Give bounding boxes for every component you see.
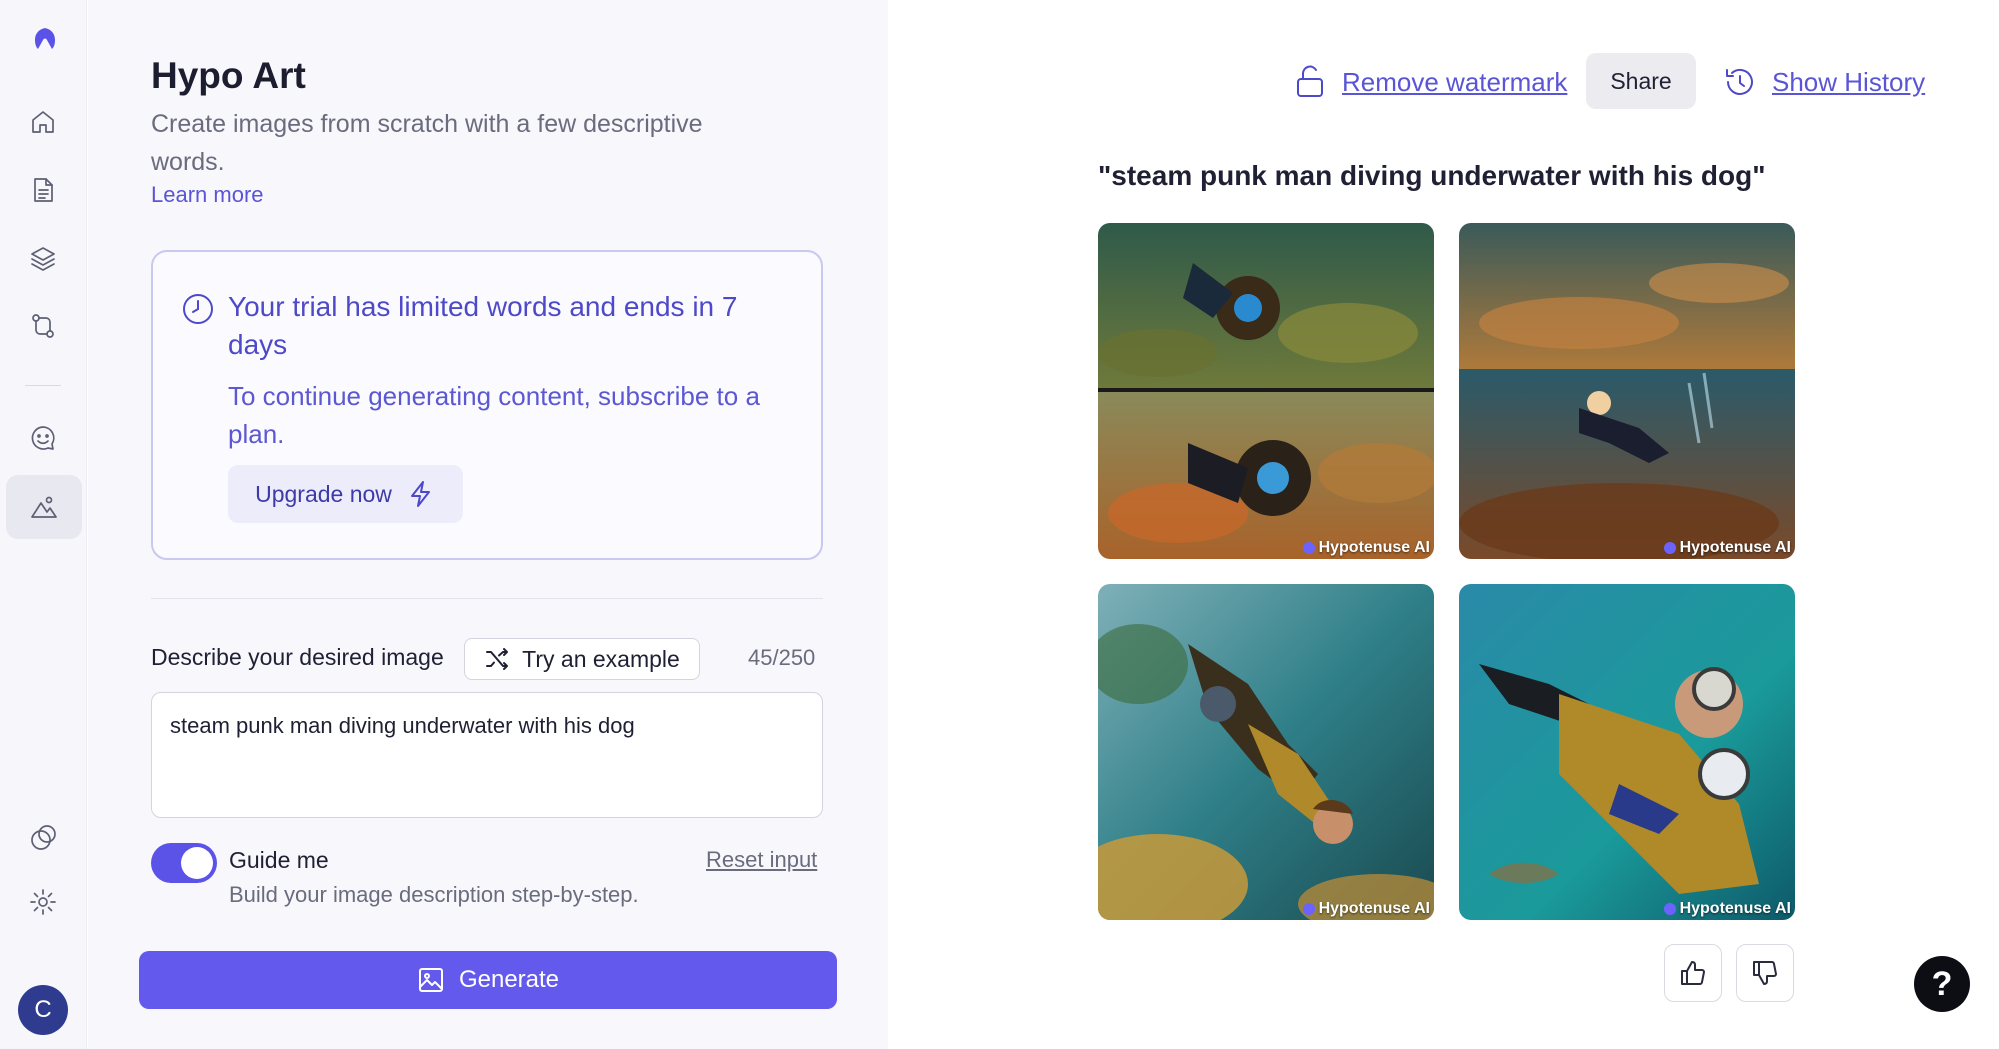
page-title: Hypo Art	[151, 55, 306, 96]
circles-icon[interactable]	[23, 818, 63, 858]
hypotenuse-logo-icon	[1302, 542, 1315, 554]
generated-image-1[interactable]: Hypotenuse AI	[1098, 223, 1434, 559]
help-button[interactable]: ?	[1914, 956, 1970, 1012]
thumbs-up-icon	[1681, 961, 1705, 985]
hypotenuse-logo-icon	[1663, 542, 1676, 554]
image-icon	[418, 968, 443, 992]
watermark: Hypotenuse AI	[1663, 900, 1791, 918]
generated-image-3[interactable]: Hypotenuse AI	[1098, 584, 1434, 920]
generate-button[interactable]: Generate	[139, 951, 837, 1009]
upgrade-now-button[interactable]: Upgrade now	[228, 465, 463, 523]
gear-icon[interactable]	[23, 882, 63, 922]
generated-image-4[interactable]: Hypotenuse AI	[1459, 584, 1795, 920]
guide-me-label: Guide me	[229, 847, 329, 873]
page-subtitle: Create images from scratch with a few de…	[151, 110, 703, 176]
remove-watermark-link[interactable]: Remove watermark	[1342, 67, 1567, 98]
learn-more-link[interactable]: Learn more	[151, 182, 264, 208]
section-divider	[151, 598, 823, 599]
unlock-icon[interactable]	[1293, 63, 1327, 99]
share-button[interactable]: Share	[1586, 53, 1696, 109]
character-counter: 45/250	[748, 645, 816, 670]
image-description-input[interactable]	[151, 692, 823, 818]
generate-label: Generate	[458, 966, 560, 993]
history-icon[interactable]	[1722, 64, 1758, 100]
chat-icon[interactable]	[23, 418, 63, 458]
thumbs-down-icon	[1753, 961, 1777, 985]
shuffle-icon	[486, 648, 509, 670]
show-history-link[interactable]: Show History	[1772, 67, 1925, 98]
icon-rail: C	[0, 0, 87, 1049]
layers-icon[interactable]	[23, 238, 63, 278]
thumbs-down-button[interactable]	[1736, 944, 1794, 1002]
describe-image-label: Describe your desired image	[151, 644, 444, 670]
guide-me-description: Build your image description step-by-ste…	[229, 882, 639, 907]
clock-icon	[180, 291, 216, 327]
watermark: Hypotenuse AI	[1302, 900, 1430, 918]
result-prompt-title: "steam punk man diving underwater with h…	[1098, 160, 1766, 191]
hypo-art-panel: Hypo Art Create images from scratch with…	[88, 0, 888, 1049]
trial-body: To continue generating content, subscrib…	[228, 381, 760, 449]
hypotenuse-logo-icon	[1663, 903, 1676, 915]
upgrade-now-label: Upgrade now	[255, 480, 392, 507]
logo-icon[interactable]	[23, 20, 63, 60]
document-icon[interactable]	[23, 170, 63, 210]
trial-notice: Your trial has limited words and ends in…	[151, 250, 823, 560]
try-example-button[interactable]: Try an example	[464, 638, 700, 680]
hypotenuse-logo-icon	[1302, 903, 1315, 915]
trial-heading: Your trial has limited words and ends in…	[228, 291, 738, 360]
image-art-icon[interactable]	[6, 475, 82, 539]
toggle-knob	[181, 847, 213, 879]
thumbs-up-button[interactable]	[1664, 944, 1722, 1002]
home-icon[interactable]	[23, 102, 63, 142]
watermark: Hypotenuse AI	[1302, 539, 1430, 557]
try-example-label: Try an example	[522, 645, 680, 672]
avatar[interactable]: C	[18, 985, 68, 1035]
reset-input-link[interactable]: Reset input	[706, 847, 817, 873]
workflow-icon[interactable]	[23, 306, 63, 346]
watermark: Hypotenuse AI	[1663, 539, 1791, 557]
generated-image-2[interactable]: Hypotenuse AI	[1459, 223, 1795, 559]
lightning-icon	[410, 481, 430, 507]
rail-divider	[25, 385, 61, 386]
guide-me-toggle[interactable]	[151, 843, 217, 883]
